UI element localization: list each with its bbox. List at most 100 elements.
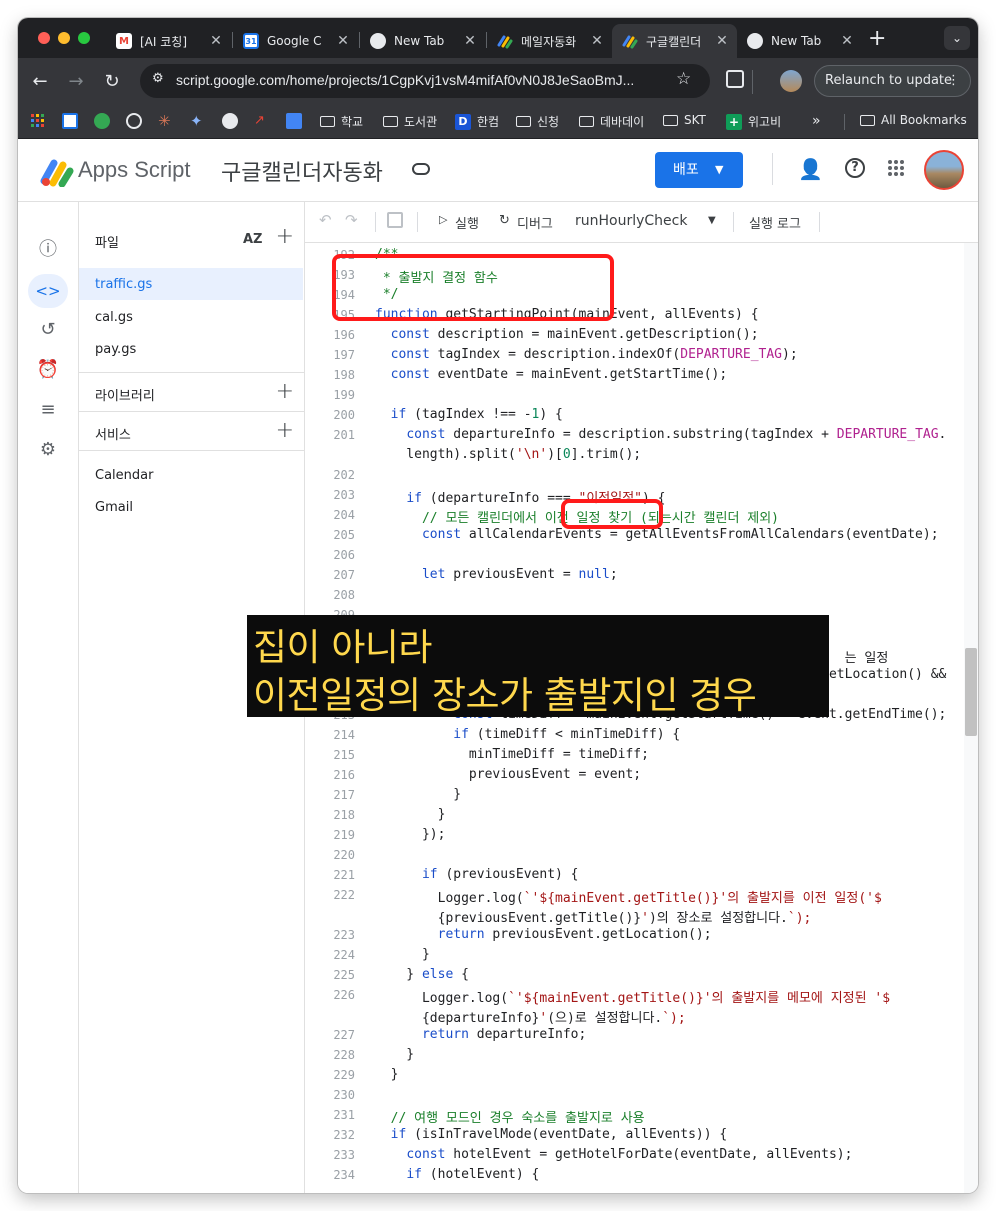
code-line[interactable]: const description = mainEvent.getDescrip… bbox=[375, 327, 759, 342]
code-line[interactable]: } bbox=[375, 807, 446, 822]
code-line[interactable]: } else { bbox=[375, 967, 469, 982]
extensions-icon[interactable] bbox=[726, 70, 744, 88]
history-icon[interactable]: ↺ bbox=[34, 316, 62, 344]
bookmark-item[interactable]: + 위고비 bbox=[726, 113, 781, 130]
close-icon[interactable]: ✕ bbox=[207, 33, 225, 49]
close-icon[interactable]: ✕ bbox=[713, 33, 731, 49]
browser-tab[interactable]: New Tab ✕ bbox=[737, 24, 862, 58]
undo-icon[interactable]: ↶ bbox=[319, 211, 332, 229]
new-tab-icon[interactable]: + bbox=[868, 26, 886, 51]
add-person-icon[interactable]: 👤 bbox=[798, 157, 823, 181]
code-line[interactable]: Logger.log(`'${mainEvent.getTitle()}'의 출… bbox=[375, 887, 882, 906]
profile-avatar[interactable] bbox=[780, 70, 802, 92]
forward-arrow-icon[interactable]: → bbox=[64, 70, 88, 94]
code-line[interactable]: if (timeDiff < minTimeDiff) { bbox=[375, 727, 680, 742]
code-line[interactable]: let previousEvent = null; bbox=[375, 567, 618, 582]
site-settings-icon[interactable]: ⚙ bbox=[152, 71, 164, 86]
code-line[interactable]: const eventDate = mainEvent.getStartTime… bbox=[375, 367, 728, 382]
execution-log-button[interactable]: 실행 로그 bbox=[749, 213, 801, 232]
apps-script-logo-icon[interactable] bbox=[40, 157, 74, 188]
tab-search-chevron-icon[interactable]: ⌄ bbox=[944, 26, 970, 50]
google-apps-icon[interactable] bbox=[887, 159, 905, 181]
close-icon[interactable]: ✕ bbox=[461, 33, 479, 49]
code-line[interactable]: const hotelEvent = getHotelForDate(event… bbox=[375, 1147, 852, 1162]
add-library-icon[interactable]: + bbox=[276, 379, 294, 404]
add-file-icon[interactable]: + bbox=[276, 224, 294, 249]
bookmark-folder[interactable]: SKT bbox=[663, 113, 706, 127]
code-line[interactable]: const departureInfo = description.substr… bbox=[375, 427, 946, 442]
code-line[interactable]: {previousEvent.getTitle()}')의 장소로 설정합니다.… bbox=[375, 907, 812, 926]
close-icon[interactable]: ✕ bbox=[334, 33, 352, 49]
reload-icon[interactable]: ↻ bbox=[100, 70, 124, 94]
bookmark-folder[interactable]: 학교 bbox=[320, 113, 363, 130]
project-title[interactable]: 구글캘린더자동화 bbox=[221, 155, 383, 187]
file-item[interactable]: cal.gs bbox=[95, 310, 295, 325]
relaunch-button[interactable]: Relaunch to update ⋮ bbox=[814, 65, 971, 97]
code-line[interactable]: } bbox=[375, 947, 430, 962]
bookmark-folder[interactable]: 데바데이 bbox=[579, 113, 644, 130]
close-window-button[interactable] bbox=[38, 32, 50, 44]
address-bar[interactable]: ⚙ script.google.com/home/projects/1CgpKv… bbox=[140, 64, 710, 98]
calendar-bookmark-icon[interactable] bbox=[62, 113, 78, 129]
overview-info-icon[interactable]: ⓘ bbox=[34, 236, 62, 264]
file-item[interactable]: pay.gs bbox=[95, 342, 295, 357]
settings-gear-icon[interactable]: ⚙ bbox=[34, 436, 62, 464]
mail-bookmark-icon[interactable] bbox=[286, 113, 302, 129]
code-line[interactable]: const allCalendarEvents = getAllEventsFr… bbox=[375, 527, 939, 542]
zoom-window-button[interactable] bbox=[78, 32, 90, 44]
code-line[interactable]: if (hotelEvent) { bbox=[375, 1167, 539, 1182]
bookmark-star-icon[interactable]: ☆ bbox=[676, 69, 691, 89]
code-line[interactable]: } bbox=[375, 1067, 399, 1082]
service-item[interactable]: Gmail bbox=[95, 500, 295, 515]
function-select[interactable]: runHourlyCheck bbox=[575, 213, 687, 229]
openai-bookmark-icon[interactable] bbox=[126, 113, 142, 129]
code-line[interactable]: // 여행 모드인 경우 숙소를 출발지로 사용 bbox=[375, 1107, 645, 1126]
executions-list-icon[interactable]: ≡ bbox=[34, 396, 62, 424]
triggers-alarm-icon[interactable]: ⏰ bbox=[34, 356, 62, 384]
code-line[interactable]: return departureInfo; bbox=[375, 1027, 586, 1042]
code-line[interactable]: minTimeDiff = timeDiff; bbox=[375, 747, 649, 762]
more-vert-icon[interactable]: ⋮ bbox=[947, 66, 960, 96]
code-line[interactable]: previousEvent = event; bbox=[375, 767, 641, 782]
code-line[interactable]: return previousEvent.getLocation(); bbox=[375, 927, 712, 942]
add-service-icon[interactable]: + bbox=[276, 418, 294, 443]
service-item[interactable]: Calendar bbox=[95, 468, 295, 483]
browser-tab[interactable]: 메일자동화 ✕ bbox=[487, 24, 612, 58]
browser-tab[interactable]: New Tab ✕ bbox=[360, 24, 485, 58]
redo-icon[interactable]: ↷ bbox=[345, 211, 358, 229]
close-icon[interactable]: ✕ bbox=[588, 33, 606, 49]
bookmark-folder[interactable]: 신청 bbox=[516, 113, 559, 130]
file-item-active[interactable]: traffic.gs bbox=[79, 268, 303, 300]
deploy-button[interactable]: 배포 ▼ bbox=[655, 152, 743, 188]
face-bookmark-icon[interactable] bbox=[222, 113, 238, 129]
code-line[interactable]: } bbox=[375, 1047, 414, 1062]
claude-bookmark-icon[interactable]: ✳ bbox=[158, 113, 174, 129]
code-line[interactable]: if (tagIndex !== -1) { bbox=[375, 407, 563, 422]
save-icon[interactable] bbox=[387, 212, 403, 228]
check-bookmark-icon[interactable] bbox=[94, 113, 110, 129]
back-arrow-icon[interactable]: ← bbox=[28, 70, 52, 94]
url-text[interactable]: script.google.com/home/projects/1CgpKvj1… bbox=[176, 72, 676, 88]
bookmark-item[interactable]: D 한컴 bbox=[455, 113, 499, 130]
code-line[interactable]: if (isInTravelMode(eventDate, allEvents)… bbox=[375, 1127, 728, 1142]
browser-tab[interactable]: 31 Google C ✕ bbox=[233, 24, 358, 58]
debug-button[interactable]: 디버그 bbox=[517, 213, 553, 232]
code-line[interactable]: } bbox=[375, 787, 461, 802]
code-line[interactable]: Logger.log(`'${mainEvent.getTitle()}'의 출… bbox=[375, 987, 890, 1006]
browser-tab[interactable]: M [AI 코칭] ✕ bbox=[106, 24, 231, 58]
close-icon[interactable]: ✕ bbox=[838, 33, 856, 49]
minimize-window-button[interactable] bbox=[58, 32, 70, 44]
chart-bookmark-icon[interactable]: ↗ bbox=[254, 113, 270, 129]
all-bookmarks[interactable]: All Bookmarks bbox=[860, 113, 967, 127]
bookmarks-overflow-icon[interactable]: » bbox=[812, 113, 821, 129]
code-line[interactable]: }); bbox=[375, 827, 446, 842]
sort-az-icon[interactable]: AZ bbox=[243, 232, 263, 247]
help-icon[interactable]: ? bbox=[845, 158, 865, 178]
editor-code-icon[interactable]: <> bbox=[28, 274, 68, 308]
browser-tab-active[interactable]: 구글캘린더 ✕ bbox=[612, 24, 737, 58]
code-line[interactable]: if (previousEvent) { bbox=[375, 867, 579, 882]
code-line[interactable]: length).split('\n')[0].trim(); bbox=[375, 447, 641, 462]
dropdown-arrow-icon[interactable]: ▼ bbox=[708, 215, 716, 226]
code-line[interactable]: {departureInfo}'(으)로 설정합니다.`); bbox=[375, 1007, 686, 1026]
account-avatar[interactable] bbox=[924, 150, 964, 190]
